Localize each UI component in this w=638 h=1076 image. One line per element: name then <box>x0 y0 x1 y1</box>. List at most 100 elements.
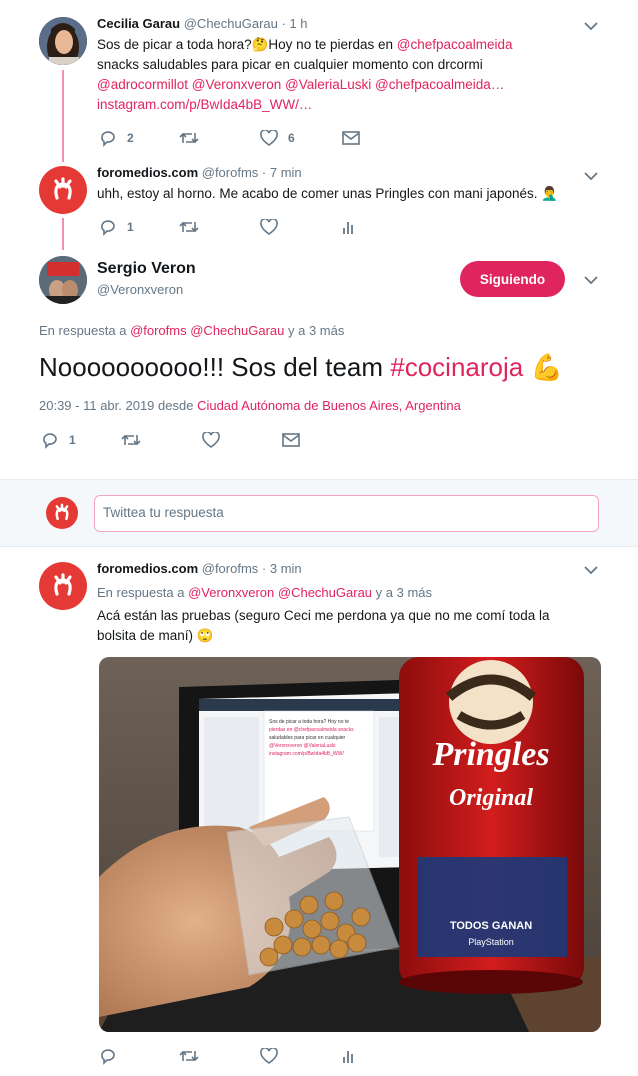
svg-text:instagram.com/p/BwIda4bB_WW/: instagram.com/p/BwIda4bB_WW/ <box>269 751 344 757</box>
tweet-header: Cecilia Garau @ChechuGarau · 1 h <box>97 16 308 31</box>
retweet-button[interactable] <box>121 430 202 450</box>
retweet-button[interactable] <box>179 217 260 237</box>
tweet-foromedios-1[interactable]: foromedios.com @forofms · 7 min uhh, est… <box>0 160 638 250</box>
tweet-photo[interactable]: Sos de picar a toda hora? Hoy no te pier… <box>99 657 601 1032</box>
person-emoji: 🤦‍♂️ <box>541 186 559 201</box>
rolling-eyes-emoji: 🙄 <box>196 628 214 643</box>
main-tweet: Sergio Veron @Veronxveron Siguiendo En r… <box>0 250 638 479</box>
reply-count: 2 <box>127 131 134 145</box>
url-link[interactable]: instagram.com/p/BwIda4bB_WW/… <box>97 97 312 112</box>
following-button[interactable]: Siguiendo <box>460 261 565 297</box>
mention-link[interactable]: @Veronxveron <box>188 585 274 600</box>
pringles-brand-text: Pringles <box>431 736 549 773</box>
tweet-actions <box>99 1046 369 1066</box>
analytics-icon <box>343 1051 353 1063</box>
heart-icon <box>260 219 278 235</box>
tweet-text: Noooooooooo!!! Sos del team #cocinaroja … <box>39 352 563 382</box>
like-count: 6 <box>288 131 295 145</box>
mention-link[interactable]: @chefpacoalmeida… <box>375 77 504 92</box>
author-name[interactable]: Cecilia Garau <box>97 16 180 31</box>
avatar <box>46 497 78 529</box>
avatar[interactable] <box>39 562 87 610</box>
author-handle[interactable]: @ChechuGarau <box>184 16 278 31</box>
reply-count: 1 <box>127 220 134 234</box>
author-name[interactable]: Sergio Veron <box>97 260 196 278</box>
heart-icon <box>202 432 220 448</box>
svg-text:saludables para picar en cualq: saludables para picar en cualquier <box>269 735 345 741</box>
mention-link[interactable]: @Veronxveron <box>192 77 282 92</box>
heart-icon <box>260 130 278 146</box>
retweet-button[interactable] <box>179 1046 260 1066</box>
like-button[interactable] <box>202 430 282 450</box>
tweet-header: foromedios.com @forofms · 3 min <box>97 561 302 576</box>
tweet-actions: 2 6 <box>99 128 369 148</box>
timestamp[interactable]: · 1 h <box>282 16 308 31</box>
avatar-photo <box>39 256 87 304</box>
analytics-button[interactable] <box>342 217 362 237</box>
location-link[interactable]: Ciudad Autónoma de Buenos Aires, Argenti… <box>197 398 461 413</box>
tweet-cecilia[interactable]: Cecilia Garau @ChechuGarau · 1 h Sos de … <box>0 0 638 162</box>
chevron-down-icon[interactable] <box>584 21 598 31</box>
reply-composer: Twittea tu respuesta <box>0 479 638 547</box>
reply-button[interactable]: 1 <box>41 430 121 450</box>
screen-text: Sos de picar a toda hora? Hoy no te <box>269 719 349 725</box>
analytics-button[interactable] <box>342 1046 362 1066</box>
author-name[interactable]: foromedios.com <box>97 561 198 576</box>
like-button[interactable] <box>260 217 342 237</box>
reply-input[interactable]: Twittea tu respuesta <box>94 495 599 532</box>
can-promo-text: TODOS GANAN <box>450 920 532 932</box>
svg-text:@Veronxveron @ValeriaLuski: @Veronxveron @ValeriaLuski <box>269 743 335 749</box>
envelope-icon <box>282 433 300 447</box>
envelope-icon <box>342 131 360 145</box>
reply-icon <box>43 433 57 449</box>
foromedios-logo-icon <box>55 503 69 521</box>
avatar[interactable] <box>39 166 87 214</box>
tweet-header: Sergio Veron @Veronxveron <box>97 260 196 297</box>
mention-link[interactable]: @chefpacoalmeida <box>397 37 513 52</box>
mention-link[interactable]: @ChechuGarau <box>278 585 372 600</box>
foromedios-logo-icon <box>54 573 72 596</box>
dm-button[interactable] <box>342 128 362 148</box>
mention-link[interactable]: @ChechuGarau <box>190 323 284 338</box>
tweet-text: Acá están las pruebas (seguro Ceci me pe… <box>97 608 550 643</box>
analytics-icon <box>343 222 353 234</box>
reply-context: En respuesta a @forofms @ChechuGarau y a… <box>39 323 345 338</box>
retweet-icon <box>179 221 199 233</box>
mention-link[interactable]: @ValeriaLuski <box>285 77 371 92</box>
pringles-flavor-text: Original <box>449 785 533 811</box>
avatar-photo <box>39 17 87 65</box>
author-name[interactable]: foromedios.com <box>97 165 198 180</box>
tweet-text: uhh, estoy al horno. Me acabo de comer u… <box>97 186 559 201</box>
chevron-down-icon[interactable] <box>584 275 598 285</box>
tweet-header: foromedios.com @forofms · 7 min <box>97 165 302 180</box>
chevron-down-icon[interactable] <box>584 171 598 181</box>
retweet-icon <box>179 1050 199 1062</box>
timestamp[interactable]: · 3 min <box>262 561 302 576</box>
tweet-actions: 1 <box>99 217 369 237</box>
avatar[interactable] <box>39 256 87 304</box>
reply-button[interactable]: 1 <box>99 217 179 237</box>
retweet-icon <box>121 434 141 446</box>
author-handle[interactable]: @forofms <box>202 165 259 180</box>
chevron-down-icon[interactable] <box>584 565 598 575</box>
thread-line <box>62 70 64 162</box>
mention-link[interactable]: @forofms <box>130 323 187 338</box>
hashtag-link[interactable]: #cocinaroja <box>390 352 523 382</box>
author-handle[interactable]: @Veronxveron <box>97 282 196 297</box>
can-logo-text: PlayStation <box>468 937 514 947</box>
svg-text:pierdas en @chefpacoalmeida sn: pierdas en @chefpacoalmeida snacks <box>269 727 354 733</box>
dm-button[interactable] <box>282 430 302 450</box>
reply-icon <box>101 220 115 236</box>
reply-button[interactable]: 2 <box>99 128 179 148</box>
like-button[interactable] <box>260 1046 342 1066</box>
like-button[interactable]: 6 <box>260 128 342 148</box>
tweet-text: Sos de picar a toda hora?🤔Hoy no te pier… <box>97 37 513 112</box>
retweet-button[interactable] <box>179 128 260 148</box>
author-handle[interactable]: @forofms <box>202 561 259 576</box>
mention-link[interactable]: @adrocormillot <box>97 77 188 92</box>
timestamp[interactable]: · 7 min <box>262 165 302 180</box>
reply-button[interactable] <box>99 1046 179 1066</box>
heart-icon <box>260 1048 278 1064</box>
reply-icon <box>101 1049 115 1065</box>
avatar[interactable] <box>39 17 87 65</box>
